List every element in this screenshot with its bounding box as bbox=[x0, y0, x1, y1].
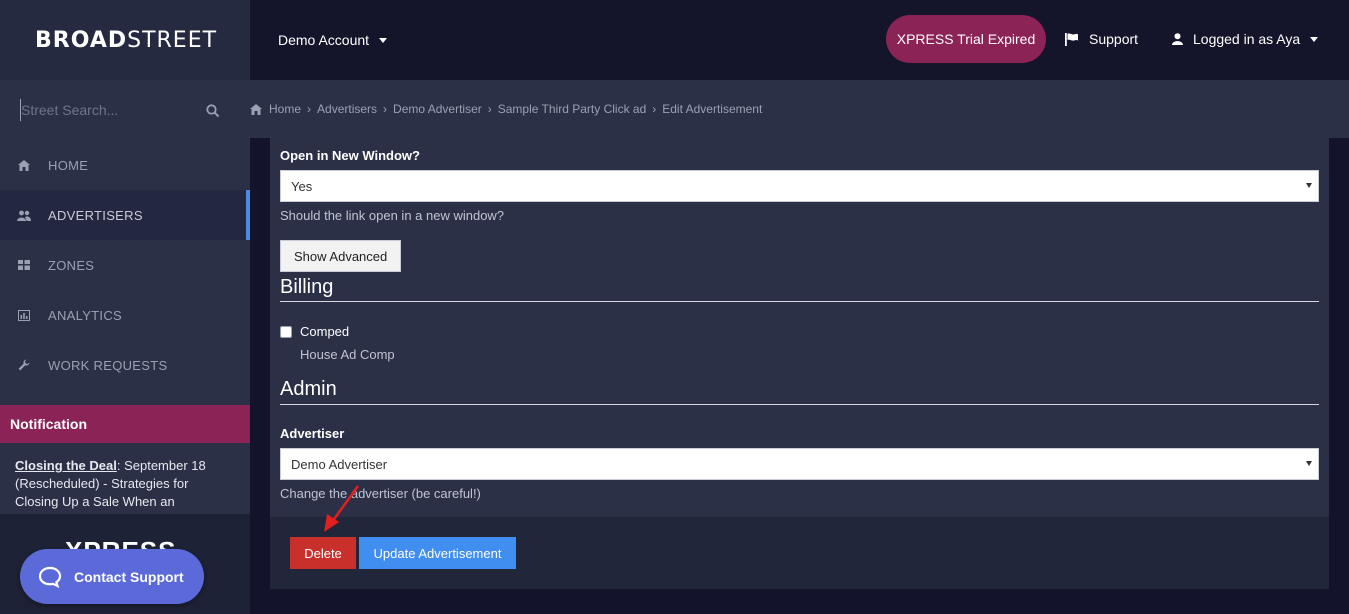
street-search bbox=[0, 80, 250, 140]
new-window-value: Yes bbox=[291, 178, 313, 194]
users-icon bbox=[16, 207, 32, 223]
notification-body: Closing the Deal: September 18 (Reschedu… bbox=[0, 443, 250, 513]
account-name: Demo Account bbox=[278, 32, 370, 48]
breadcrumb-demo-advertiser[interactable]: Demo Advertiser bbox=[393, 102, 482, 116]
sidebar-item-label: ANALYTICS bbox=[48, 307, 122, 323]
advertiser-help: Change the advertiser (be careful!) bbox=[280, 486, 481, 501]
grid-icon bbox=[16, 257, 32, 273]
logo-light: STREET bbox=[127, 27, 218, 53]
new-window-label: Open in New Window? bbox=[280, 148, 420, 163]
billing-heading: Billing bbox=[280, 276, 334, 298]
trial-expired-button[interactable]: XPRESS Trial Expired bbox=[886, 15, 1046, 63]
flag-icon bbox=[1065, 32, 1078, 46]
support-link[interactable]: Support bbox=[1065, 31, 1138, 47]
breadcrumb-separator: › bbox=[307, 102, 312, 116]
billing-divider bbox=[280, 301, 1319, 302]
login-label: Logged in as Aya bbox=[1193, 31, 1301, 47]
sidebar-item-label: WORK REQUESTS bbox=[48, 357, 168, 373]
delete-button[interactable]: Delete bbox=[290, 537, 356, 569]
advertiser-label: Advertiser bbox=[280, 426, 345, 441]
sidebar-item-advertisers[interactable]: ADVERTISERS bbox=[0, 190, 250, 240]
sidebar-item-label: ZONES bbox=[48, 257, 95, 273]
breadcrumb: Home › Advertisers › Demo Advertiser › S… bbox=[250, 80, 1349, 138]
select-arrow-icon bbox=[1306, 461, 1312, 466]
chevron-down-icon bbox=[379, 37, 388, 43]
update-advertisement-button[interactable]: Update Advertisement bbox=[359, 537, 516, 569]
breadcrumb-advertisers[interactable]: Advertisers bbox=[317, 102, 377, 116]
wrench-icon bbox=[16, 357, 32, 373]
breadcrumb-current: Edit Advertisement bbox=[662, 102, 763, 116]
select-arrow-icon bbox=[1306, 183, 1312, 188]
sidebar-item-home[interactable]: HOME bbox=[0, 140, 250, 190]
comped-label: Comped bbox=[300, 324, 350, 339]
account-dropdown[interactable]: Demo Account bbox=[278, 32, 388, 48]
annotation-arrow-icon bbox=[324, 485, 360, 532]
support-label: Support bbox=[1089, 31, 1139, 47]
breadcrumb-separator: › bbox=[652, 102, 657, 116]
notification-title: Notification bbox=[0, 405, 250, 443]
advertiser-select[interactable]: Demo Advertiser bbox=[280, 448, 1319, 480]
sidebar-item-label: ADVERTISERS bbox=[48, 207, 143, 223]
user-menu[interactable]: Logged in as Aya bbox=[1172, 31, 1319, 47]
new-window-select[interactable]: Yes bbox=[280, 170, 1319, 202]
main-content: Open in New Window? Yes Should the link … bbox=[250, 138, 1349, 614]
chart-icon bbox=[16, 307, 32, 323]
search-input[interactable] bbox=[20, 99, 205, 121]
advertiser-value: Demo Advertiser bbox=[291, 456, 388, 472]
show-advanced-button[interactable]: Show Advanced bbox=[280, 240, 402, 272]
breadcrumb-separator: › bbox=[487, 102, 492, 116]
home-icon bbox=[16, 157, 32, 173]
home-icon bbox=[250, 103, 262, 115]
admin-divider bbox=[280, 404, 1319, 405]
new-window-help: Should the link open in a new window? bbox=[280, 208, 505, 223]
edit-advertisement-form: Open in New Window? Yes Should the link … bbox=[270, 138, 1329, 589]
brand-logo[interactable]: BROAD STREET bbox=[0, 0, 250, 80]
logo-bold: BROAD bbox=[35, 27, 128, 53]
xpress-logo: XPRESS bbox=[65, 536, 177, 550]
chevron-down-icon bbox=[1310, 36, 1319, 42]
admin-heading: Admin bbox=[280, 378, 337, 400]
breadcrumb-ad[interactable]: Sample Third Party Click ad bbox=[498, 102, 647, 116]
sidebar-item-zones[interactable]: ZONES bbox=[0, 240, 250, 290]
user-icon bbox=[1172, 33, 1183, 45]
comped-checkbox[interactable] bbox=[280, 326, 292, 338]
chat-icon bbox=[38, 566, 62, 588]
contact-support-button[interactable]: Contact Support bbox=[20, 549, 204, 604]
sidebar-item-analytics[interactable]: ANALYTICS bbox=[0, 290, 250, 340]
sidebar-item-label: HOME bbox=[48, 157, 89, 173]
comped-sublabel: House Ad Comp bbox=[300, 347, 395, 362]
contact-support-label: Contact Support bbox=[74, 568, 184, 585]
search-icon[interactable] bbox=[206, 104, 220, 118]
breadcrumb-home[interactable]: Home bbox=[269, 102, 301, 116]
notification-link[interactable]: Closing the Deal bbox=[15, 458, 117, 473]
breadcrumb-separator: › bbox=[383, 102, 388, 116]
top-bar: Demo Account XPRESS Trial Expired Suppor… bbox=[250, 0, 1349, 80]
sidebar-item-work-requests[interactable]: WORK REQUESTS bbox=[0, 340, 250, 390]
